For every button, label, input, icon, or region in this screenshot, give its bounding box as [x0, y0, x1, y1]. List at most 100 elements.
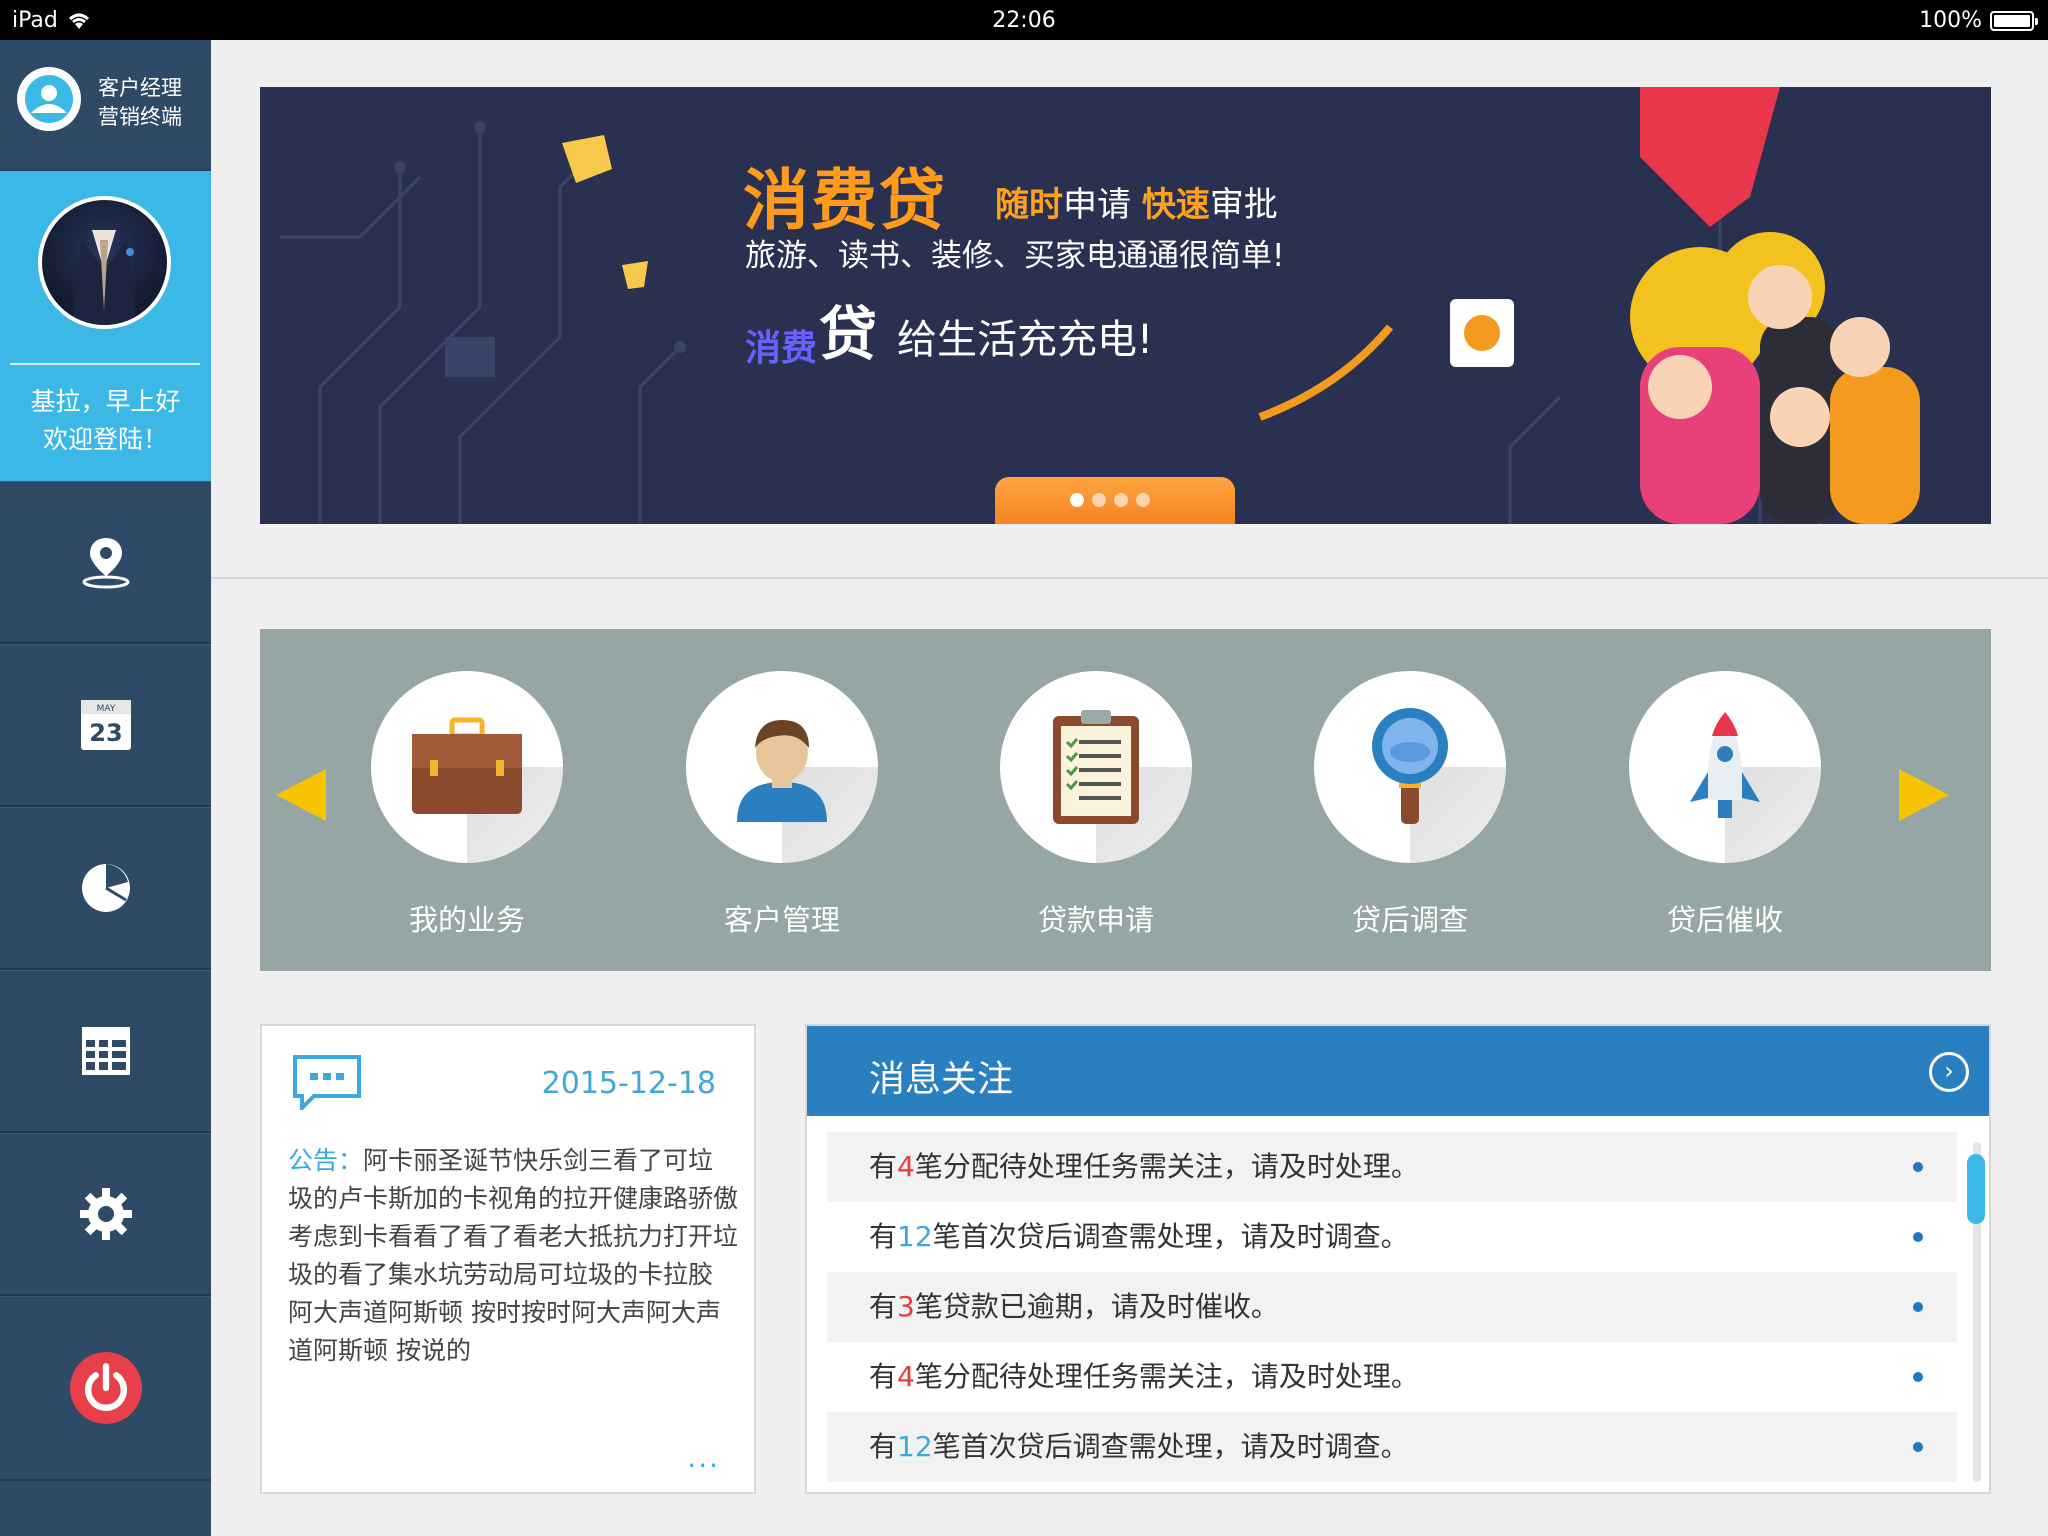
func-my-business[interactable]: 我的业务 [371, 671, 563, 939]
location-pin-icon [82, 538, 129, 589]
calendar-icon: MAY 23 [80, 700, 131, 750]
msg-prefix: 有 [869, 1430, 898, 1463]
bullet-icon [1913, 1232, 1923, 1242]
nav-settings[interactable] [0, 1133, 211, 1296]
announcement-date: 2015-12-18 [541, 1066, 716, 1101]
more-button[interactable]: ... [687, 1441, 720, 1474]
banner-slogan: 消费 贷 给生活充充电! [745, 287, 1153, 371]
message-list: 有4笔分配待处理任务需关注，请及时处理。 有12笔首次贷后调查需处理，请及时调查… [827, 1132, 1957, 1482]
list-item[interactable]: 有4笔分配待处理任务需关注，请及时处理。 [827, 1342, 1957, 1412]
app-header: 客户经理 营销终端 [0, 40, 211, 171]
carousel-dot[interactable] [1092, 493, 1106, 507]
app-title-line2: 营销终端 [98, 105, 182, 129]
calendar-day: 23 [89, 719, 122, 747]
msg-count: 3 [897, 1290, 915, 1323]
msg-count: 4 [897, 1360, 915, 1393]
power-button[interactable] [69, 1352, 142, 1424]
carousel-dot[interactable] [1070, 493, 1084, 507]
msg-text: 笔分配待处理任务需关注，请及时处理。 [914, 1360, 1419, 1393]
banner-sub-text1: 申请 [1063, 185, 1142, 225]
nav-table[interactable] [0, 970, 211, 1133]
banner-subtitle: 随时申请 快速审批 [995, 177, 1278, 226]
func-label: 客户管理 [723, 903, 840, 937]
bullet-icon [1913, 1442, 1923, 1452]
msg-count: 12 [897, 1430, 933, 1463]
promo-banner[interactable]: 消费贷 随时申请 快速审批 旅游、读书、装修、买家电通通很简单! 消费 贷 给生… [260, 87, 1991, 524]
table-grid-icon [81, 1027, 130, 1075]
bullet-icon [1913, 1372, 1923, 1382]
battery-icon [1990, 10, 2038, 31]
func-label: 我的业务 [408, 903, 525, 937]
next-arrow-icon[interactable] [1899, 769, 1949, 821]
rocket-icon [1690, 712, 1760, 818]
battery-percent: 100% [1919, 8, 1982, 33]
messages-header: 消息关注 › [807, 1026, 1989, 1116]
scrollbar-thumb[interactable] [1967, 1154, 1985, 1224]
banner-title: 消费贷 [743, 162, 947, 239]
func-label: 贷款申请 [1037, 903, 1154, 937]
func-label: 贷后催收 [1666, 903, 1783, 937]
announcement-text: 阿卡丽圣诞节快乐剑三看了可垃圾的卢卡斯加的卡视角的拉开健康路骄傲考虑到卡看看了看… [288, 1146, 739, 1365]
announcement-body: 公告：阿卡丽圣诞节快乐剑三看了可垃圾的卢卡斯加的卡视角的拉开健康路骄傲考虑到卡看… [288, 1142, 738, 1370]
bullet-icon [1913, 1162, 1923, 1172]
messages-title: 消息关注 [869, 1059, 1014, 1100]
nav-statistics[interactable] [0, 807, 211, 970]
msg-text: 笔首次贷后调查需处理，请及时调查。 [932, 1220, 1409, 1253]
calendar-month: MAY [96, 704, 115, 714]
carousel-dots[interactable] [1070, 493, 1150, 507]
banner-tagline: 旅游、读书、装修、买家电通通很简单! [745, 238, 1285, 274]
msg-prefix: 有 [869, 1290, 898, 1323]
bullet-icon [1913, 1302, 1923, 1312]
announcement-tag: 公告： [288, 1146, 364, 1175]
msg-count: 12 [897, 1220, 933, 1253]
app-title-line1: 客户经理 [98, 76, 182, 100]
banner-sub-highlight1: 随时 [995, 185, 1063, 225]
nav-location[interactable] [0, 481, 211, 644]
msg-prefix: 有 [869, 1150, 898, 1183]
prev-arrow-icon[interactable] [276, 769, 326, 821]
list-item[interactable]: 有4笔分配待处理任务需关注，请及时处理。 [827, 1132, 1957, 1202]
func-loan-application[interactable]: 贷款申请 [1000, 671, 1192, 939]
pie-chart-icon [81, 864, 130, 912]
clipboard-icon [1053, 710, 1139, 824]
func-collection[interactable]: 贷后催收 [1629, 671, 1821, 939]
clock: 22:06 [992, 8, 1056, 33]
gear-icon [79, 1188, 132, 1240]
msg-prefix: 有 [869, 1360, 898, 1393]
avatar[interactable] [38, 196, 171, 329]
status-bar: iPad 22:06 100% [0, 0, 2048, 40]
announcement-card[interactable]: 2015-12-18 公告：阿卡丽圣诞节快乐剑三看了可垃圾的卢卡斯加的卡视角的拉… [260, 1024, 756, 1494]
function-carousel: 我的业务 客户管理 贷款申请 贷后调查 贷后催收 [260, 629, 1991, 971]
avatar-photo-icon [72, 230, 137, 325]
func-customer-management[interactable]: 客户管理 [686, 671, 878, 939]
chevron-right-icon[interactable]: › [1929, 1052, 1969, 1092]
carousel-dot[interactable] [1114, 493, 1128, 507]
banner-slogan-text: 给生活充充电! [897, 317, 1154, 363]
func-post-loan-survey[interactable]: 贷后调查 [1314, 671, 1506, 939]
chat-bubble-icon [293, 1055, 361, 1110]
nav-logout[interactable] [0, 1296, 211, 1481]
msg-prefix: 有 [869, 1220, 898, 1253]
msg-text: 笔贷款已逾期，请及时催收。 [914, 1290, 1279, 1323]
msg-text: 笔首次贷后调查需处理，请及时调查。 [932, 1430, 1409, 1463]
banner-brand-small: 消费 [745, 328, 818, 369]
power-icon [84, 1363, 127, 1411]
carousel-dot[interactable] [1136, 493, 1150, 507]
section-divider [211, 577, 2048, 579]
magnifier-icon [1372, 708, 1448, 824]
sidebar: 客户经理 营销终端 基拉，早上好 欢迎登陆！ MAY 23 [0, 40, 211, 1536]
banner-sub-text2: 审批 [1209, 185, 1278, 225]
app-logo-icon [17, 67, 81, 131]
banner-brand-big: 贷 [819, 300, 878, 368]
func-label: 贷后调查 [1351, 903, 1468, 937]
list-item[interactable]: 有12笔首次贷后调查需处理，请及时调查。 [827, 1202, 1957, 1272]
list-item[interactable]: 有3笔贷款已逾期，请及时催收。 [827, 1272, 1957, 1342]
nav-calendar[interactable]: MAY 23 [0, 644, 211, 807]
messages-panel: 消息关注 › 有4笔分配待处理任务需关注，请及时处理。 有12笔首次贷后调查需处… [805, 1024, 1991, 1494]
msg-text: 笔分配待处理任务需关注，请及时处理。 [914, 1150, 1419, 1183]
banner-sub-highlight2: 快速 [1141, 185, 1210, 225]
list-item[interactable]: 有12笔首次贷后调查需处理，请及时调查。 [827, 1412, 1957, 1482]
greeting-line2: 欢迎登陆！ [42, 425, 168, 454]
user-profile: 基拉，早上好 欢迎登陆！ [0, 171, 211, 481]
profile-divider [10, 363, 200, 365]
